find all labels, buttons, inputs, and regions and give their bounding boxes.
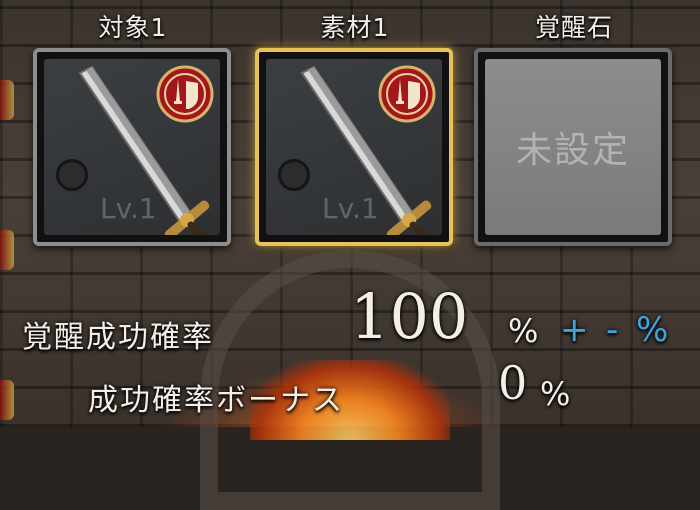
target-slot[interactable]: Lv.1 [33, 48, 231, 246]
rate-increase-button[interactable]: + [560, 310, 589, 350]
bonus-rate-label: 成功確率ボーナス [88, 383, 344, 418]
material-slot-frame: Lv.1 [266, 59, 442, 235]
awaken-stone-slot[interactable]: 未設定 [474, 48, 672, 246]
slot-label-awaken-stone: 覚醒石 [534, 13, 613, 42]
target-slot-frame: Lv.1 [44, 59, 220, 235]
awaken-rate-unit: % [508, 312, 539, 350]
rate-decrease-button[interactable]: - [606, 310, 618, 350]
side-decoration [0, 380, 14, 420]
side-decoration [0, 230, 14, 270]
rate-adjust-unit: % [636, 310, 669, 350]
item-level: Lv.1 [100, 192, 157, 225]
attack-defense-emblem-icon [156, 65, 214, 123]
circle-mark-icon [56, 159, 88, 191]
unset-label: 未設定 [515, 130, 630, 171]
circle-mark-icon [278, 159, 310, 191]
awaken-rate-value: 100 [350, 280, 469, 353]
slot-label-target: 対象1 [98, 13, 168, 42]
slot-label-material: 素材1 [320, 13, 390, 42]
awaken-rate-label: 覚醒成功確率 [22, 320, 214, 355]
material-slot[interactable]: Lv.1 [255, 48, 453, 246]
attack-defense-emblem-icon [378, 65, 436, 123]
bonus-rate-unit: % [540, 375, 571, 413]
item-level: Lv.1 [322, 192, 379, 225]
awaken-stone-slot-frame: 未設定 [485, 59, 661, 235]
side-decoration [0, 80, 14, 120]
bonus-rate-value: 0 [498, 356, 528, 410]
